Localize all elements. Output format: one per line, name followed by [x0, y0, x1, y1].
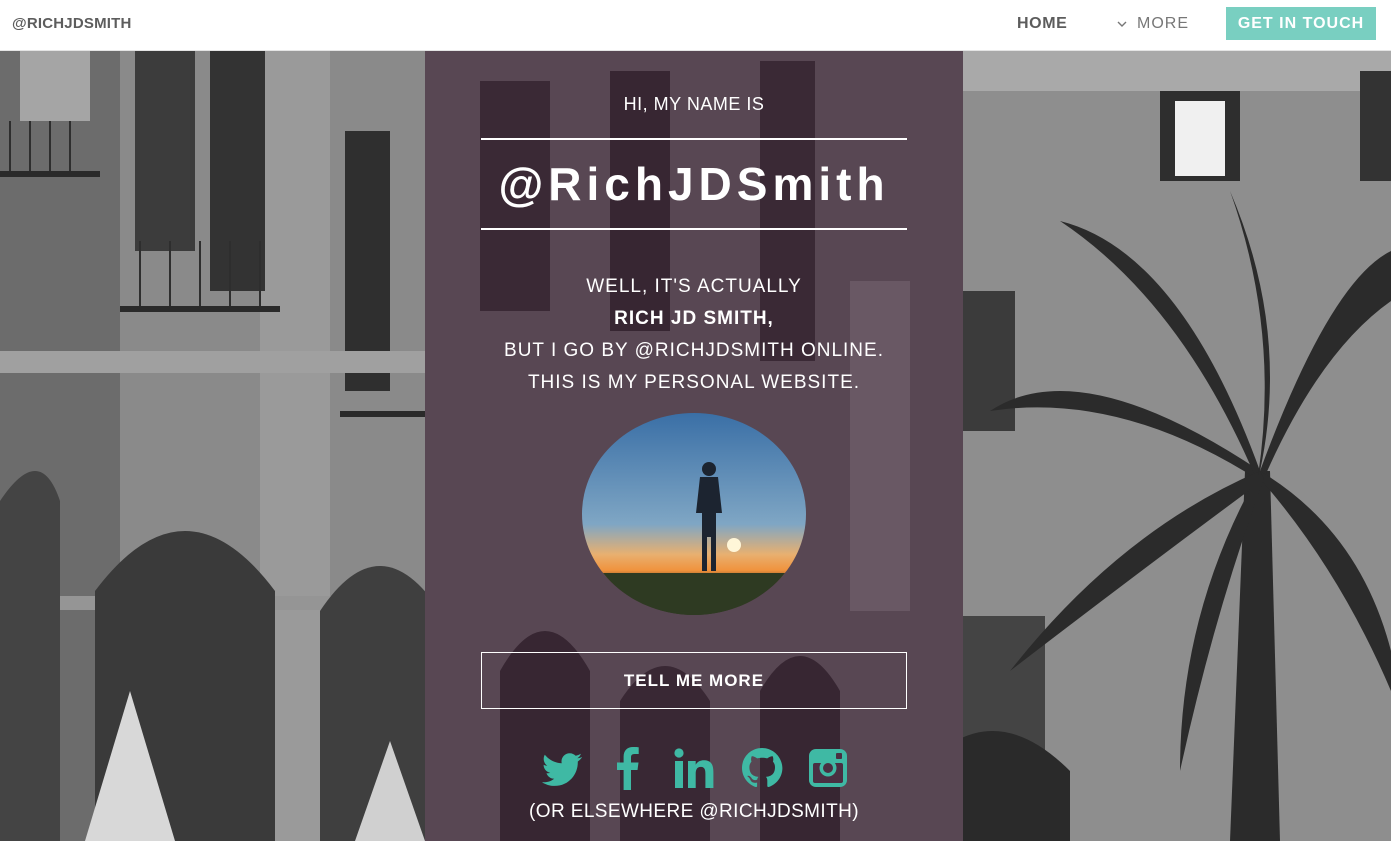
nav-more-dropdown[interactable]: MORE: [1117, 15, 1189, 33]
brand-link[interactable]: @RICHJDSMITH: [12, 15, 132, 32]
github-icon[interactable]: [740, 746, 784, 790]
greeting-text: HI, MY NAME IS: [623, 94, 765, 114]
facebook-icon[interactable]: [607, 746, 651, 790]
intro-line: WELL, IT'S ACTUALLY: [586, 276, 802, 297]
intro-line: BUT I GO BY @RICHJDSMITH ONLINE.: [504, 340, 884, 361]
social-links: [540, 745, 850, 791]
nav-more-label: MORE: [1137, 15, 1189, 32]
top-navigation: @RICHJDSMITH HOME MORE GET IN TOUCH: [0, 0, 1391, 51]
chevron-down-icon: [1117, 21, 1127, 27]
profile-photo: [582, 413, 806, 615]
intro-line: THIS IS MY PERSONAL WEBSITE.: [527, 372, 861, 393]
hero-content: HI, MY NAME IS @RichJDSmith WELL, IT'S A…: [425, 51, 963, 841]
page-title: @RichJDSmith: [498, 158, 890, 210]
tell-me-more-button[interactable]: TELL ME MORE: [481, 652, 907, 709]
get-in-touch-button[interactable]: GET IN TOUCH: [1226, 7, 1376, 40]
intro-name: RICH JD SMITH,: [614, 308, 774, 329]
elsewhere-text: (OR ELSEWHERE @RICHJDSMITH): [529, 801, 859, 822]
intro-text: WELL, IT'S ACTUALLY RICH JD SMITH, BUT I…: [425, 271, 963, 399]
avatar: [582, 413, 806, 615]
nav-home-link[interactable]: HOME: [1017, 15, 1067, 33]
instagram-icon[interactable]: [806, 746, 850, 790]
twitter-icon[interactable]: [540, 746, 584, 790]
handle-frame: @RichJDSmith: [481, 138, 907, 230]
linkedin-icon[interactable]: [673, 746, 717, 790]
